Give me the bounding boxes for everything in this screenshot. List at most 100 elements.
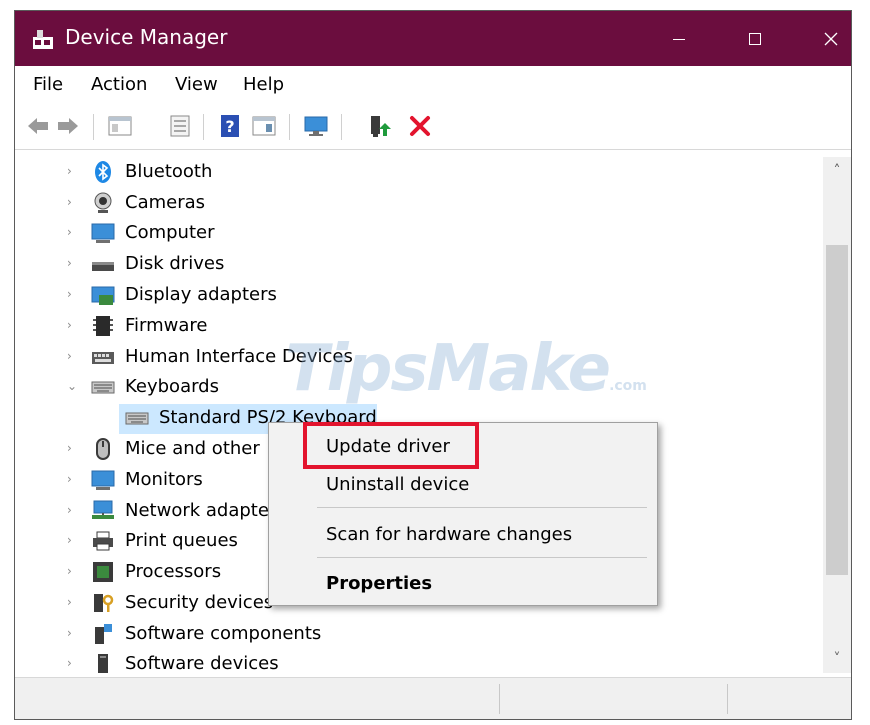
chevron-right-icon[interactable]: › (67, 195, 79, 209)
tree-item-software-components[interactable]: › Software components (15, 620, 815, 650)
monitor-icon (91, 470, 115, 490)
minimize-icon (673, 38, 685, 40)
chevron-right-icon[interactable]: › (67, 656, 79, 670)
network-adapter-icon (92, 500, 114, 519)
svg-text:?: ? (225, 117, 234, 136)
minimize-button[interactable] (651, 11, 707, 66)
back-arrow-icon[interactable] (25, 113, 51, 139)
tree-item-label: Software devices (125, 653, 279, 673)
tree-item-label: Keyboards (125, 376, 219, 397)
context-menu-properties[interactable]: Properties (269, 566, 657, 602)
context-menu-label: Properties (326, 573, 433, 594)
processor-icon (93, 562, 113, 582)
chevron-right-icon[interactable]: › (67, 164, 79, 178)
show-hide-console-tree-icon[interactable] (107, 113, 133, 139)
update-driver-highlight-box (303, 422, 479, 469)
disk-drive-icon (92, 262, 114, 271)
maximize-icon (749, 32, 761, 45)
tree-item-label: Cameras (125, 192, 206, 213)
computer-icon (91, 223, 115, 243)
status-bar (15, 677, 851, 719)
tree-item-cameras[interactable]: › Cameras (15, 189, 815, 219)
keyboard-icon (91, 381, 115, 394)
chevron-right-icon[interactable]: › (67, 595, 79, 609)
firmware-icon (93, 316, 113, 336)
chevron-right-icon[interactable]: › (67, 287, 79, 301)
toolbar-separator (341, 114, 342, 140)
toolbar: ? (15, 104, 851, 150)
title-bar: Device Manager (15, 11, 851, 66)
keyboard-icon (125, 412, 149, 425)
chevron-right-icon[interactable]: › (67, 349, 79, 363)
scroll-down-arrow-icon[interactable]: ˅ (823, 645, 851, 673)
security-device-icon (94, 594, 114, 612)
scroll-thumb[interactable] (826, 245, 848, 575)
toolbar-separator (93, 114, 94, 140)
tree-item-display-adapters[interactable]: › Display adapters (15, 281, 815, 311)
tree-item-label: Network adapte (125, 500, 269, 521)
chevron-down-icon[interactable]: ⌄ (67, 379, 79, 393)
status-divider (499, 684, 500, 714)
context-menu-separator (317, 507, 647, 508)
chevron-right-icon[interactable]: › (67, 256, 79, 270)
tree-item-label: Monitors (125, 469, 203, 490)
close-button[interactable] (803, 11, 859, 66)
printer-icon (93, 531, 113, 551)
context-menu-label: Scan for hardware changes (326, 524, 573, 545)
watermark-suffix: .com (609, 378, 647, 394)
tree-item-label: Disk drives (125, 253, 225, 274)
chevron-right-icon[interactable]: › (67, 564, 79, 578)
tree-item-label: Security devices (125, 592, 274, 613)
status-divider (727, 684, 728, 714)
window-title: Device Manager (65, 25, 228, 49)
menu-action[interactable]: Action (91, 74, 147, 96)
menu-view[interactable]: View (175, 74, 218, 96)
update-driver-icon[interactable] (367, 113, 393, 139)
context-menu-label: Uninstall device (326, 474, 470, 495)
chevron-right-icon[interactable]: › (67, 441, 79, 455)
tree-item-disk-drives[interactable]: › Disk drives (15, 250, 815, 280)
display-adapter-icon (91, 286, 115, 305)
chevron-right-icon[interactable]: › (67, 626, 79, 640)
tree-item-label: Bluetooth (125, 161, 213, 182)
chevron-right-icon[interactable]: › (67, 318, 79, 332)
close-icon (824, 32, 838, 45)
tree-item-label: Computer (125, 222, 215, 243)
help-icon[interactable]: ? (217, 113, 243, 139)
chevron-right-icon[interactable]: › (67, 472, 79, 486)
forward-arrow-icon[interactable] (55, 113, 81, 139)
tree-item-bluetooth[interactable]: › Bluetooth (15, 158, 815, 188)
context-menu-uninstall-device[interactable]: Uninstall device (269, 467, 657, 503)
menu-help[interactable]: Help (243, 74, 284, 96)
software-device-icon (98, 654, 108, 673)
tree-item-label: Mice and other (125, 438, 260, 459)
monitor-icon[interactable] (303, 113, 329, 139)
tree-item-label: Firmware (125, 315, 208, 336)
camera-icon (94, 192, 112, 213)
tree-item-label: Print queues (125, 530, 238, 551)
maximize-button[interactable] (727, 11, 783, 66)
hid-icon (92, 352, 114, 364)
scroll-up-arrow-icon[interactable]: ˄ (823, 157, 851, 185)
tree-item-label: Display adapters (125, 284, 277, 305)
context-menu-scan-hardware[interactable]: Scan for hardware changes (269, 517, 657, 553)
software-component-icon (95, 624, 112, 644)
bluetooth-icon (95, 161, 111, 183)
chevron-right-icon[interactable]: › (67, 503, 79, 517)
properties-sheet-icon[interactable] (167, 113, 193, 139)
tree-item-label: Processors (125, 561, 222, 582)
chevron-right-icon[interactable]: › (67, 533, 79, 547)
toolbar-separator (289, 114, 290, 140)
tree-item-label: Software components (125, 623, 322, 644)
watermark-text: TipsMake (285, 332, 611, 406)
vertical-scrollbar[interactable]: ˄ ˅ (823, 157, 851, 673)
chevron-right-icon[interactable]: › (67, 225, 79, 239)
context-menu-separator (317, 557, 647, 558)
tree-item-software-devices[interactable]: › Software devices (15, 650, 815, 673)
tree-item-computer[interactable]: › Computer (15, 219, 815, 249)
menu-bar: File Action View Help (15, 66, 851, 104)
toolbar-separator (203, 114, 204, 140)
uninstall-device-icon[interactable] (407, 113, 433, 139)
action-pane-icon[interactable] (251, 113, 277, 139)
menu-file[interactable]: File (33, 74, 63, 96)
